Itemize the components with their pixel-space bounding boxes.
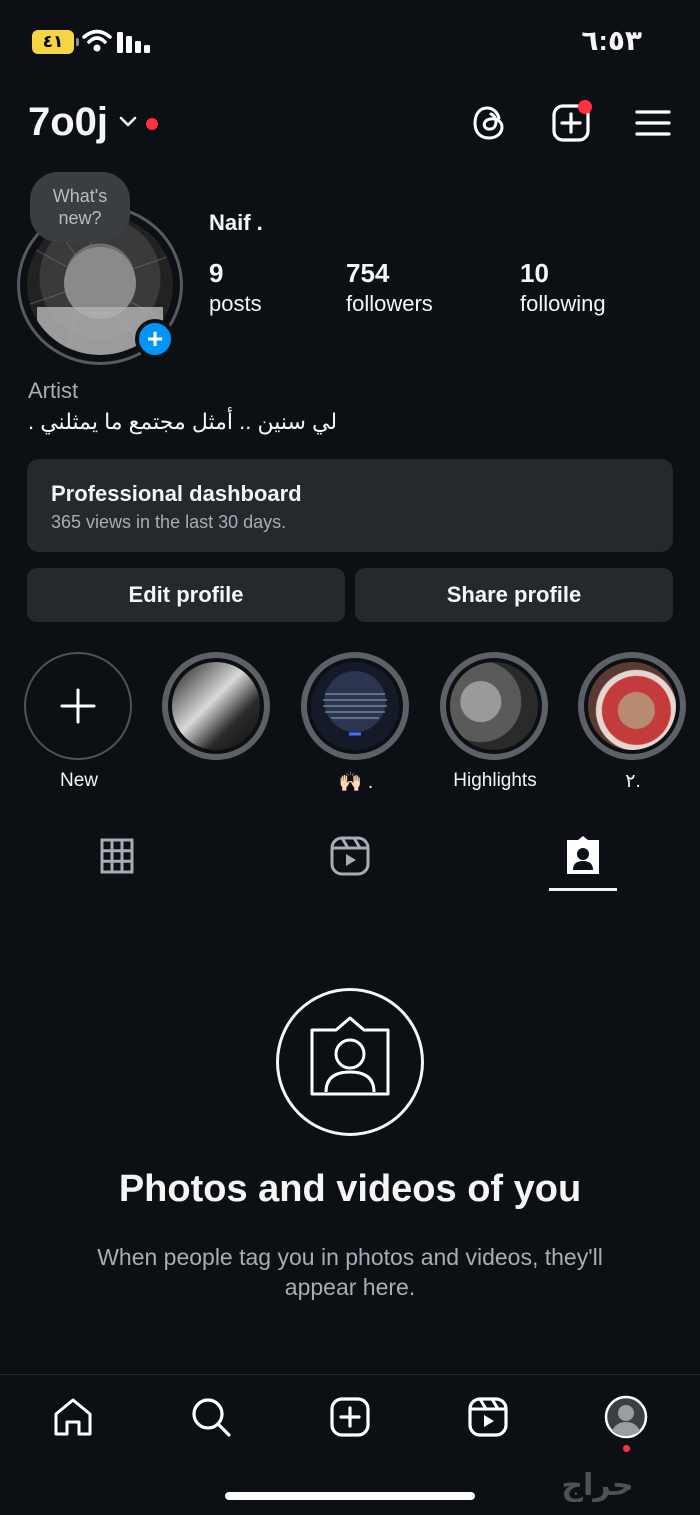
profile-category: Artist [28, 378, 79, 403]
stat-label: posts [209, 291, 262, 316]
highlight-cover [588, 662, 676, 750]
home-indicator [225, 1492, 475, 1500]
profile-full-name: Naif . [209, 210, 263, 235]
account-notification-dot [146, 118, 158, 130]
profile-notification-dot [623, 1445, 630, 1452]
cellular-signal-icon [117, 32, 150, 53]
highlight-label: 🙌🏻 . [338, 772, 374, 793]
stat-following[interactable]: 10 following [520, 258, 606, 317]
account-username[interactable]: 7o0j [28, 100, 108, 145]
note-bubble[interactable]: What's new? [30, 172, 130, 242]
profile-bio: لي سنين .. أمثل مجتمع ما يمثلني . [28, 409, 338, 434]
search-icon[interactable] [189, 1395, 233, 1439]
highlight-item[interactable]: Highlights [440, 652, 550, 794]
grid-icon[interactable] [95, 834, 139, 878]
stat-label: following [520, 291, 606, 316]
professional-dashboard[interactable]: Professional dashboard 365 views in the … [27, 459, 673, 552]
add-story-button[interactable]: + [135, 319, 175, 359]
chevron-down-icon[interactable] [118, 112, 138, 132]
edit-profile-button[interactable]: Edit profile [27, 568, 345, 622]
status-bar: ٤١ ٦:٥٣ [0, 0, 700, 84]
highlight-cover [311, 662, 399, 750]
stat-posts[interactable]: 9 posts [209, 258, 262, 317]
create-icon[interactable] [328, 1395, 372, 1439]
profile-header: 7o0j [0, 98, 700, 154]
share-profile-button[interactable]: Share profile [355, 568, 673, 622]
plus-icon [60, 688, 96, 724]
stat-value: 754 [346, 258, 390, 288]
highlight-label: New [59, 770, 98, 791]
stat-value: 9 [209, 258, 224, 288]
highlight-ring [24, 652, 132, 760]
tagged-icon[interactable] [561, 834, 605, 878]
watermark-logo: حراج [561, 1469, 634, 1502]
highlight-label: Highlights [453, 770, 537, 791]
wifi-icon [82, 29, 112, 52]
empty-state-title: Photos and videos of you [118, 1168, 582, 1210]
reels-icon[interactable] [328, 834, 372, 878]
reels-icon[interactable] [466, 1395, 510, 1439]
highlight-label [162, 770, 272, 794]
empty-state-subtitle: When people tag you in photos and videos… [97, 1244, 603, 1300]
highlight-item[interactable]: ٢. [578, 652, 688, 794]
menu-icon[interactable] [632, 102, 674, 144]
threads-icon[interactable] [469, 102, 511, 144]
home-icon[interactable] [51, 1395, 95, 1439]
dashboard-title: Professional dashboard [51, 481, 302, 506]
tagged-person-icon [310, 1016, 390, 1096]
highlight-text-lines [323, 693, 387, 736]
highlight-cover [172, 662, 260, 750]
highlight-item[interactable]: 🙌🏻 . [301, 652, 411, 794]
profile-icon[interactable] [604, 1395, 648, 1439]
dashboard-subtitle: 365 views in the last 30 days. [51, 512, 287, 532]
stat-value: 10 [520, 258, 549, 288]
highlight-ring [578, 652, 686, 760]
tagged-empty-circle [276, 988, 424, 1136]
highlight-new[interactable]: New [24, 652, 134, 794]
active-tab-indicator [549, 888, 617, 891]
clock: ٦:٥٣ [581, 25, 642, 56]
battery-level: ٤١ [42, 32, 64, 51]
stat-followers[interactable]: 754 followers [346, 258, 433, 317]
highlight-label: ٢. [625, 771, 641, 792]
stat-label: followers [346, 291, 433, 316]
highlight-ring [301, 652, 409, 760]
highlight-ring [440, 652, 548, 760]
highlight-cover [450, 662, 538, 750]
highlight-item[interactable] [162, 652, 272, 794]
battery-indicator: ٤١ [32, 30, 79, 54]
create-notification-dot [578, 100, 592, 114]
highlight-ring [162, 652, 270, 760]
